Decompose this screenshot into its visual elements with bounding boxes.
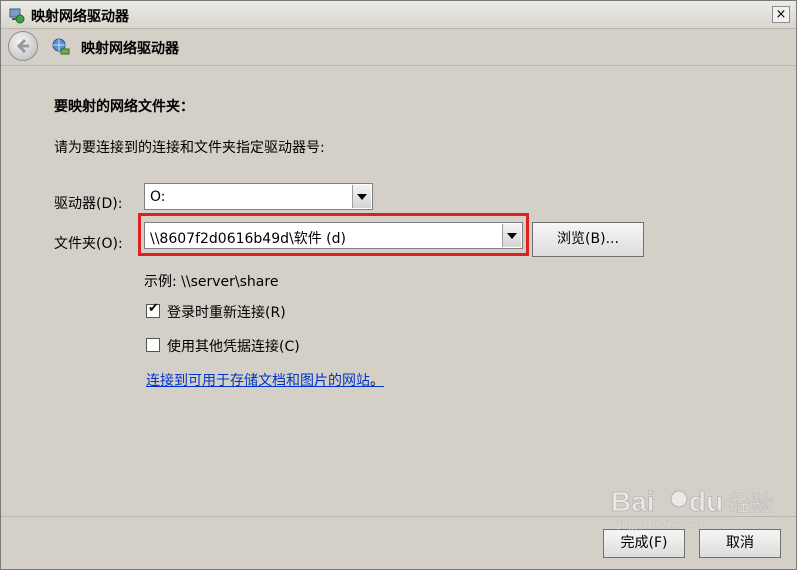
chevron-down-icon [357,194,367,200]
website-link[interactable]: 连接到可用于存储文档和图片的网站。 [146,370,384,390]
folder-value: \\8607f2d0616b49d\软件 (d) [150,231,346,247]
title-bar: 映射网络驱动器 × [1,1,796,29]
credentials-label[interactable]: 使用其他凭据连接(C) [167,336,300,356]
checkmark-icon: ✔ [148,301,159,316]
reconnect-label[interactable]: 登录时重新连接(R) [167,302,286,322]
link-suffix: 。 [370,373,384,389]
navigation-bar: 映射网络驱动器 [1,28,796,66]
drive-select[interactable]: O: [144,183,373,210]
cancel-button[interactable]: 取消 [699,529,781,558]
browse-button[interactable]: 浏览(B)... [532,222,644,257]
finish-button[interactable]: 完成(F) [603,529,685,558]
map-network-drive-dialog: 映射网络驱动器 × 映射网络驱动器 要映射的网络文件夹： 请为要连接到的连接和文… [0,0,797,570]
window-title: 映射网络驱动器 [31,9,129,25]
network-globe-icon [51,37,71,57]
website-link-text[interactable]: 连接到可用于存储文档和图片的网站 [146,373,370,389]
credentials-checkbox[interactable] [146,338,160,352]
main-content: 要映射的网络文件夹： 请为要连接到的连接和文件夹指定驱动器号: 驱动器(D): … [1,66,796,516]
close-button[interactable]: × [772,6,790,23]
back-button[interactable] [8,31,38,61]
example-text: 示例: \\server\share [144,274,279,290]
folder-label: 文件夹(O): [54,236,123,252]
dialog-footer: 完成(F) 取消 [1,516,796,570]
drive-value: O: [150,189,166,205]
folder-combobox[interactable]: \\8607f2d0616b49d\软件 (d) [144,222,523,249]
back-arrow-icon [16,38,29,54]
drive-label: 驱动器(D): [54,196,123,212]
wizard-title: 映射网络驱动器 [81,41,179,57]
chevron-down-icon [507,233,517,239]
network-drive-icon [7,6,25,24]
reconnect-checkbox[interactable]: ✔ [146,301,160,318]
folder-dropdown-button[interactable] [502,224,521,247]
instruction-text: 请为要连接到的连接和文件夹指定驱动器号: [54,140,325,156]
page-heading: 要映射的网络文件夹： [54,99,194,115]
drive-dropdown-button[interactable] [352,185,371,208]
